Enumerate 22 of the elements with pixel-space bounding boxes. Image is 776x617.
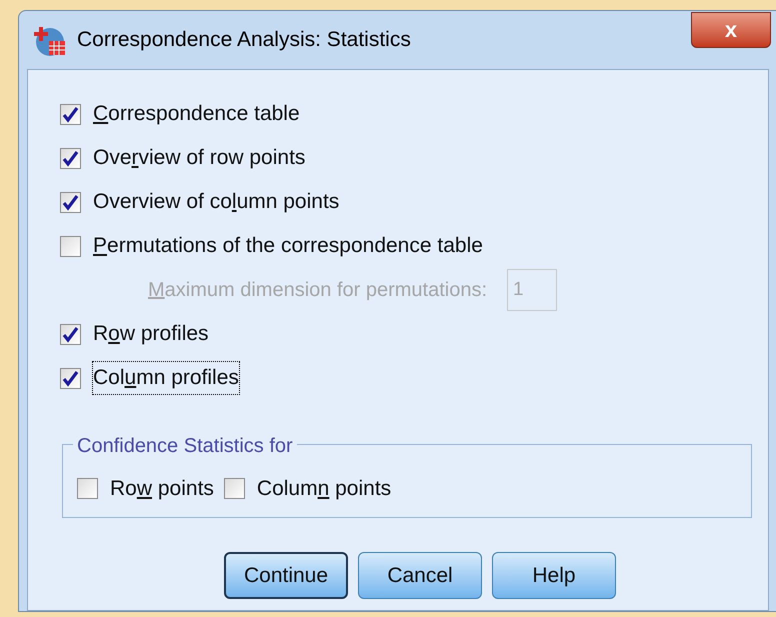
option-label: Column points bbox=[256, 476, 392, 502]
checkbox[interactable] bbox=[60, 104, 81, 124]
checkbox[interactable] bbox=[60, 236, 81, 256]
checkbox[interactable] bbox=[77, 478, 98, 500]
field-label: Maximum dimension for permutations: bbox=[148, 278, 488, 303]
dialog-button[interactable]: Continue bbox=[224, 552, 348, 599]
checkbox[interactable] bbox=[60, 192, 81, 212]
checkbox[interactable] bbox=[60, 324, 81, 344]
checkbox[interactable] bbox=[60, 368, 81, 388]
option-label: Row points bbox=[110, 476, 214, 502]
option-label: Row profiles bbox=[93, 321, 209, 348]
dialog-button[interactable]: Cancel bbox=[358, 552, 482, 599]
checkbox[interactable] bbox=[224, 478, 245, 500]
checkbox[interactable] bbox=[60, 148, 81, 168]
option-label: Overview of row points bbox=[93, 145, 306, 172]
window-title: Correspondence Analysis: Statistics bbox=[77, 27, 411, 54]
option-label: Column profiles bbox=[93, 362, 239, 394]
option-label: Correspondence table bbox=[93, 101, 300, 128]
close-button[interactable]: x bbox=[691, 12, 771, 48]
option-label: Overview of column points bbox=[93, 189, 340, 216]
dialog-button[interactable]: Help bbox=[492, 552, 616, 599]
option-label: Permutations of the correspondence table bbox=[93, 233, 483, 260]
